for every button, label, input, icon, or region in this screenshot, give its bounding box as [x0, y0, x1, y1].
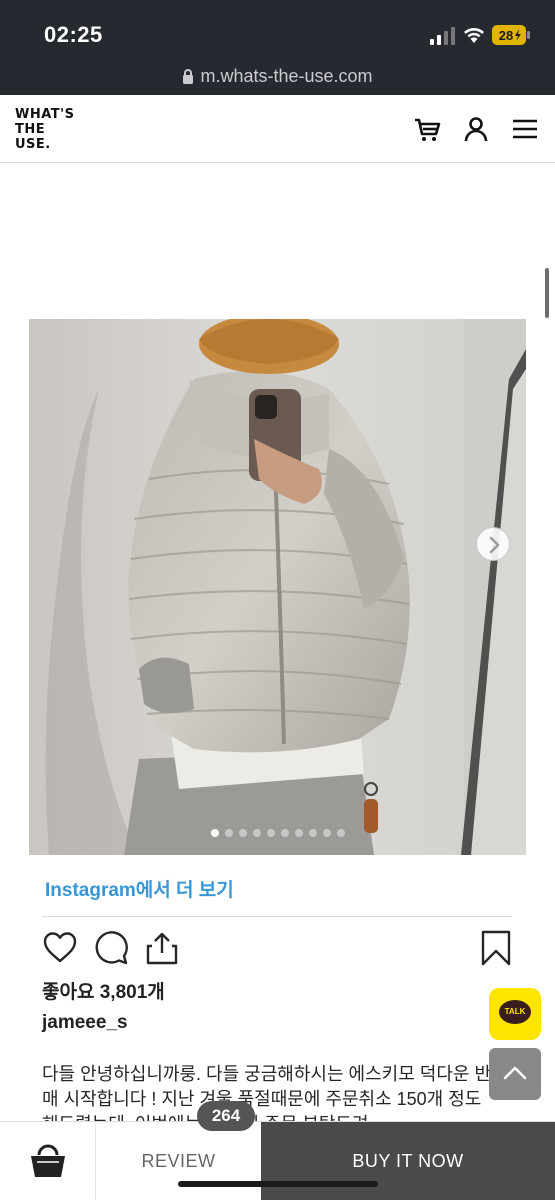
caption-line: 다들 안녕하십니까룽. 다들 궁금해하시는 에스키모 덕다운 반 — [42, 1064, 492, 1084]
bottom-action-bar: REVIEW BUY IT NOW — [0, 1121, 555, 1200]
divider — [42, 916, 512, 917]
battery-icon: 28 — [492, 25, 530, 45]
shopping-bag-button[interactable] — [0, 1122, 96, 1200]
like-count: 좋아요 3,801개 — [42, 982, 165, 1003]
carousel-dot[interactable] — [280, 829, 289, 837]
carousel-dots — [0, 824, 555, 837]
shopping-bag-icon — [31, 1144, 65, 1177]
lock-icon — [183, 69, 194, 84]
caption-line: 매 시작합니다 ! 지난 겨울 품절때문에 주문취소 150개 정도 — [42, 1089, 482, 1109]
bookmark-icon[interactable] — [478, 930, 514, 966]
site-header: WHAT'S THE USE. — [0, 95, 555, 163]
carousel-dot[interactable] — [252, 829, 261, 837]
home-indicator — [178, 1181, 378, 1187]
kakao-talk-button[interactable]: TALK — [489, 988, 541, 1040]
site-logo[interactable]: WHAT'S THE USE. — [15, 107, 74, 152]
product-photo[interactable] — [29, 319, 526, 855]
url-bar[interactable]: m.whats-the-use.com — [0, 66, 555, 90]
share-icon[interactable] — [144, 930, 180, 966]
carousel-dot[interactable] — [336, 829, 345, 837]
instagram-more-link[interactable]: Instagram에서 더 보기 — [45, 875, 234, 902]
wifi-icon — [464, 28, 484, 43]
logo-line: USE. — [15, 137, 51, 152]
menu-icon[interactable] — [511, 115, 539, 143]
carousel-dot[interactable] — [210, 829, 219, 837]
cart-icon[interactable] — [413, 115, 441, 143]
comment-icon[interactable] — [93, 930, 129, 966]
review-tab[interactable]: REVIEW — [96, 1122, 261, 1200]
carousel-dot[interactable] — [224, 829, 233, 837]
carousel-next-button[interactable] — [476, 527, 510, 561]
status-bar: 02:25 28 m.whats-the-use.com — [0, 0, 555, 95]
logo-line: THE — [15, 122, 46, 137]
scroll-top-button[interactable] — [489, 1048, 541, 1100]
page-scrollbar[interactable] — [545, 268, 549, 318]
jacket-photo-illustration — [29, 319, 526, 855]
carousel-dot[interactable] — [308, 829, 317, 837]
logo-line: WHAT'S — [15, 107, 75, 122]
user-icon[interactable] — [462, 115, 490, 143]
signal-icon — [430, 27, 455, 45]
carousel-dot[interactable] — [322, 829, 331, 837]
buy-it-now-button[interactable]: BUY IT NOW — [261, 1122, 555, 1200]
review-count-badge: 264 — [197, 1101, 255, 1131]
chevron-right-icon — [489, 536, 500, 554]
carousel-dot[interactable] — [266, 829, 275, 837]
page: 02:25 28 m.whats-the-use.com WHAT'S THE … — [0, 0, 555, 1200]
carousel-dot[interactable] — [238, 829, 247, 837]
carousel-dot[interactable] — [294, 829, 303, 837]
battery-level: 28 — [499, 28, 513, 43]
chevron-up-icon — [503, 1066, 527, 1080]
talk-bubble-icon: TALK — [499, 1000, 531, 1024]
clock: 02:25 — [44, 22, 103, 47]
post-username[interactable]: jameee_s — [42, 1012, 128, 1034]
heart-icon[interactable] — [42, 930, 78, 966]
url-text: m.whats-the-use.com — [200, 66, 373, 86]
